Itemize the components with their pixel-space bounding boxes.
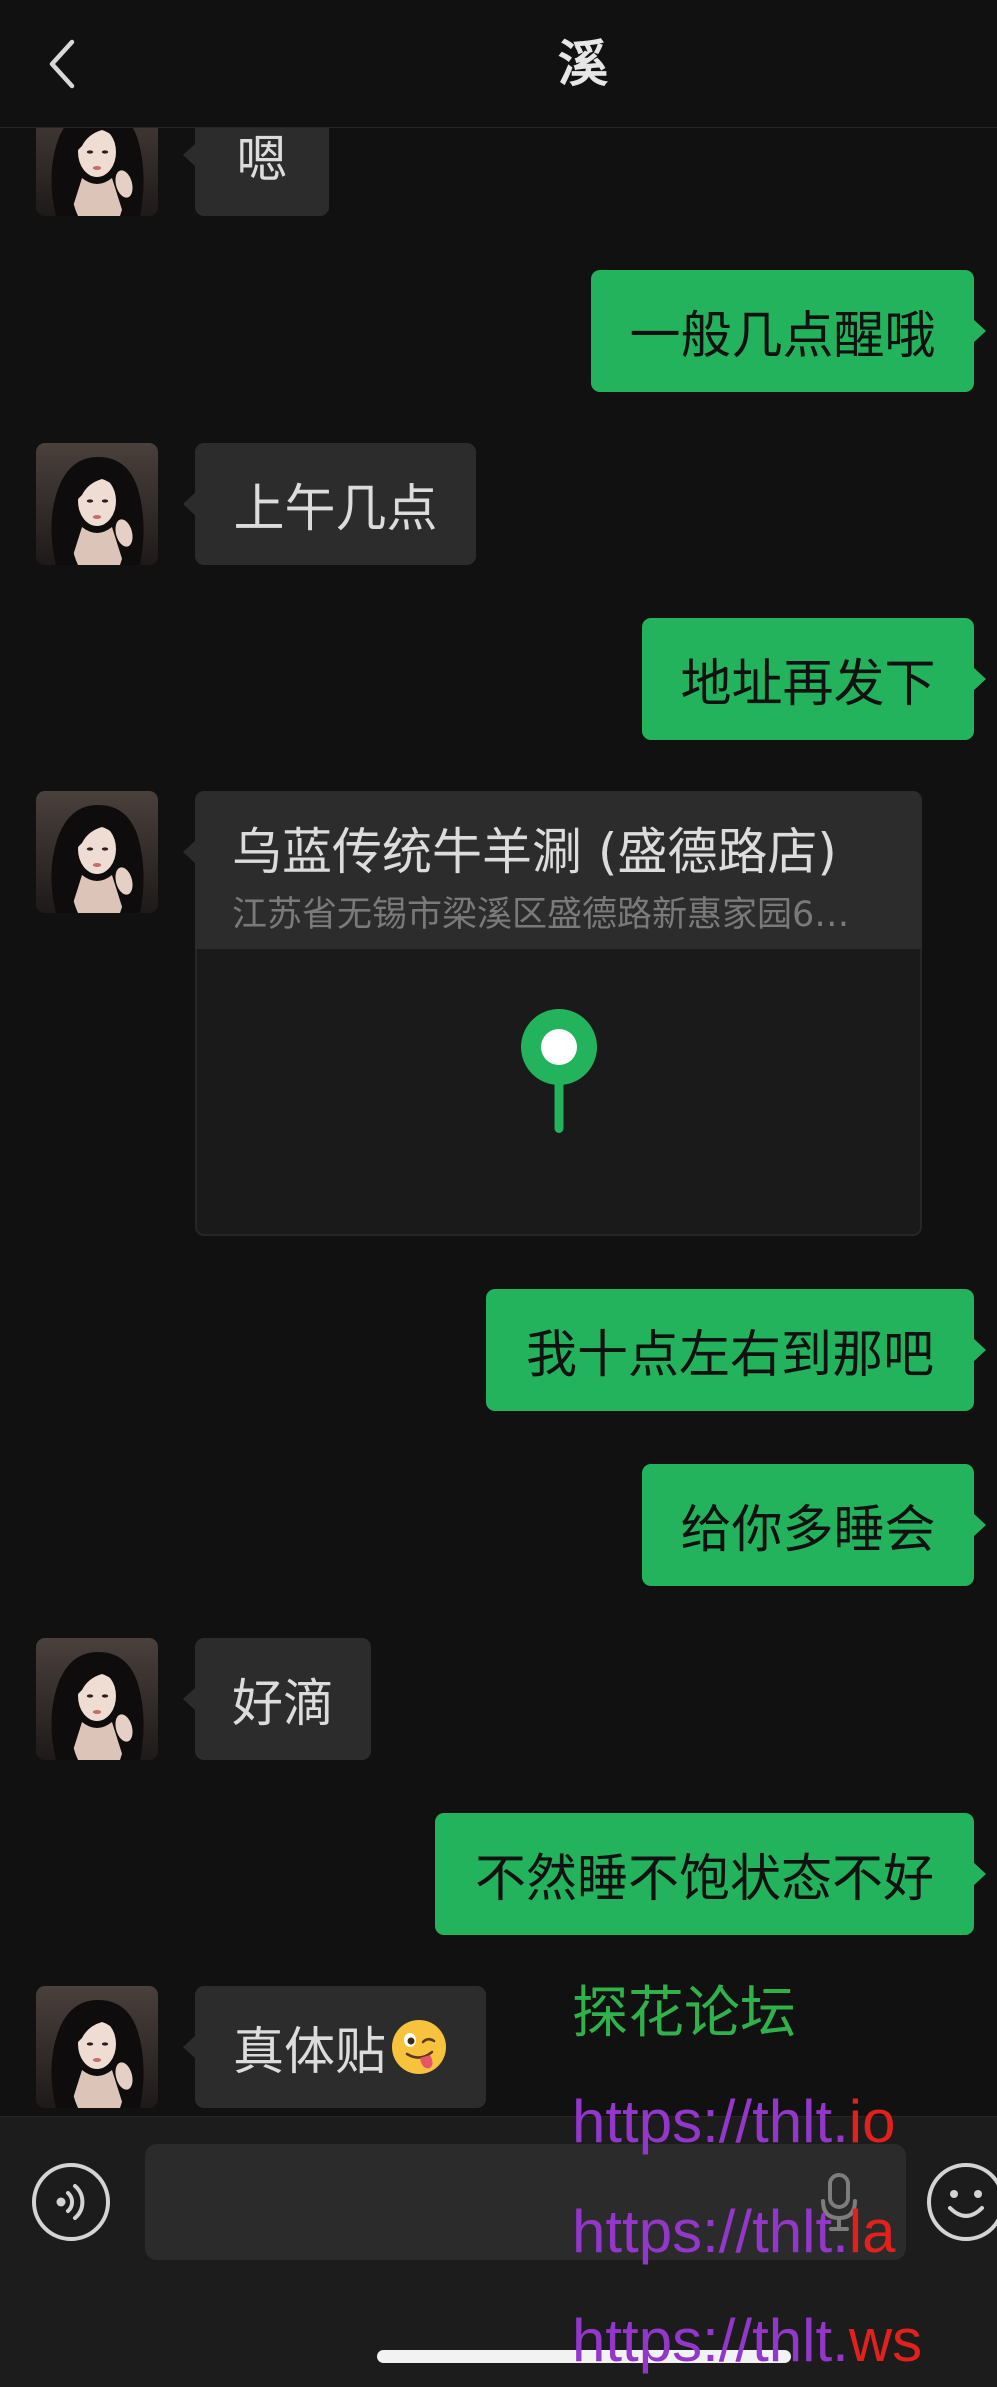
chat-title: 溪 [558,35,608,93]
winking-face-with-tongue-icon [392,2020,446,2074]
watermark-url-prefix: https://thlt. [572,2088,849,2155]
avatar[interactable] [36,1638,158,1760]
location-card-header: 乌蓝传统牛羊涮 (盛德路店) 江苏省无锡市梁溪区盛德路新惠家园6… [183,791,922,949]
watermark-site-name: 探花论坛 [572,1981,796,2046]
watermark-url: https://thlt.io [572,2092,896,2152]
chat-header: 溪 [0,0,997,128]
location-card[interactable]: 乌蓝传统牛羊涮 (盛德路店) 江苏省无锡市梁溪区盛德路新惠家园6… [183,791,922,1236]
message-row-sent: 地址再发下 [0,618,997,740]
chevron-left-icon[interactable] [46,38,78,90]
message-text: 不然睡不饱状态不好 [474,1850,934,1909]
message-bubble[interactable]: 一般几点醒哦 [591,270,986,392]
message-bubble[interactable]: 真体贴 [183,1986,486,2108]
avatar[interactable] [36,791,158,913]
location-map[interactable] [195,949,922,1236]
voice-input-icon[interactable] [31,2162,111,2242]
message-text: 给你多睡会 [680,1501,936,1560]
message-row-sent: 一般几点醒哦 [0,270,997,392]
message-row-received: 好滴 [0,1638,997,1760]
location-name: 乌蓝传统牛羊涮 (盛德路店) [232,823,837,881]
avatar-photo [36,443,158,565]
message-text: 地址再发下 [680,655,936,714]
message-bubble[interactable]: 上午几点 [183,443,476,565]
message-bubble[interactable]: 好滴 [183,1638,371,1760]
map-pin-icon [521,1009,597,1133]
message-row-sent: 不然睡不饱状态不好 [0,1813,997,1935]
message-row-sent: 我十点左右到那吧 [0,1289,997,1411]
watermark-url: https://thlt.la [572,2202,896,2262]
message-text: 上午几点 [233,480,438,539]
watermark-url-prefix: https://thlt. [572,2198,849,2265]
avatar-photo [36,791,158,913]
avatar-photo [36,1986,158,2108]
emoji-button[interactable] [926,2162,997,2242]
watermark-url-tld: la [848,2198,896,2265]
message-text: 一般几点醒哦 [629,307,936,366]
message-bubble[interactable]: 地址再发下 [642,618,986,740]
avatar[interactable] [36,443,158,565]
message-bubble[interactable]: 我十点左右到那吧 [486,1289,986,1411]
message-text: 真体贴 [232,2023,386,2082]
watermark-url-tld: io [848,2088,896,2155]
avatar-photo [36,1638,158,1760]
watermark-url-prefix: https://thlt. [572,2307,849,2374]
message-row-received: 上午几点 [0,443,997,565]
avatar[interactable] [36,1986,158,2108]
message-row-received: 乌蓝传统牛羊涮 (盛德路店) 江苏省无锡市梁溪区盛德路新惠家园6… [0,791,997,1236]
message-bubble[interactable]: 不然睡不饱状态不好 [435,1813,986,1935]
message-text: 好滴 [231,1675,334,1734]
message-row-sent: 给你多睡会 [0,1464,997,1586]
watermark-url: https://thlt.ws [572,2311,922,2371]
message-text: 我十点左右到那吧 [525,1326,934,1385]
smiley-face-icon [927,2163,997,2241]
chat-screen: 溪 嗯 一般几点醒哦 上午几点 地址再发下 乌蓝传统牛羊涮 (盛德路店) 江苏省… [0,0,997,2387]
message-list[interactable]: 嗯 一般几点醒哦 上午几点 地址再发下 乌蓝传统牛羊涮 (盛德路店) 江苏省无锡… [0,0,997,2116]
location-address: 江苏省无锡市梁溪区盛德路新惠家园6… [232,895,850,935]
message-bubble[interactable]: 给你多睡会 [642,1464,986,1586]
watermark-url-tld: ws [848,2307,923,2374]
message-text: 嗯 [236,131,288,190]
